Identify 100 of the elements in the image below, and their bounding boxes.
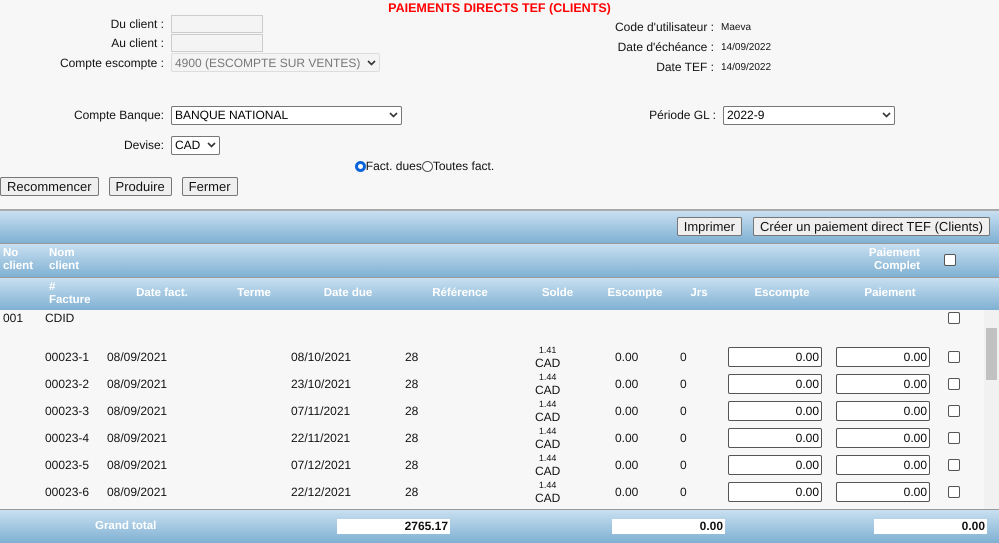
client-name: CDID bbox=[45, 311, 76, 326]
table-cell-text: 08/09/2021 bbox=[107, 485, 168, 500]
table-cell-text: 08/10/2021 bbox=[291, 350, 352, 364]
table-cell-text: 28 bbox=[405, 458, 420, 472]
checkbox[interactable] bbox=[948, 432, 960, 444]
column-header: Escompte bbox=[754, 287, 810, 300]
total-discount: 0.00 bbox=[612, 519, 725, 534]
discount-input[interactable]: 0.00 bbox=[728, 401, 822, 422]
radio-button[interactable] bbox=[422, 160, 433, 172]
table-cell-text: 28 bbox=[405, 377, 420, 392]
table-cell-text: 08/09/2021 bbox=[107, 404, 168, 418]
table-cell-text: 00023-3 bbox=[45, 404, 90, 418]
total-label: Grand total bbox=[95, 520, 158, 534]
column-header: Paiement Complet bbox=[868, 247, 921, 274]
field-label: Au client : bbox=[110, 36, 165, 50]
table-cell-text: 07/12/2021 bbox=[291, 458, 352, 472]
column-header: Nom client bbox=[48, 247, 80, 274]
info-label: Code d'utilisateur : bbox=[614, 20, 715, 34]
balance-amount: 1.44 bbox=[538, 452, 556, 464]
checkbox[interactable] bbox=[948, 351, 960, 364]
page-title: PAIEMENTS DIRECTS TEF (CLIENTS) bbox=[387, 0, 612, 15]
table-cell-text: 28 bbox=[405, 404, 420, 418]
table-cell-text: 0 bbox=[679, 350, 688, 364]
field-label: Du client : bbox=[110, 17, 165, 31]
currency-code: CAD bbox=[535, 356, 560, 370]
select-field[interactable]: 2022-9 bbox=[723, 106, 895, 125]
currency-code: CAD bbox=[535, 436, 560, 451]
column-header: Jrs bbox=[689, 287, 709, 300]
table-cell-text: 00023-4 bbox=[45, 431, 90, 446]
info-value: 14/09/2022 bbox=[720, 62, 772, 72]
balance-amount: 1.44 bbox=[538, 398, 556, 410]
payment-input[interactable]: 0.00 bbox=[836, 428, 930, 448]
column-header: Référence bbox=[431, 287, 489, 300]
radio-label: Fact. dues bbox=[366, 159, 422, 174]
currency-code: CAD bbox=[535, 382, 560, 397]
column-header: Date fact. bbox=[135, 287, 189, 300]
discount-input[interactable]: 0.00 bbox=[728, 455, 822, 476]
currency-code: CAD bbox=[535, 490, 560, 505]
discount-input[interactable]: 0.00 bbox=[728, 428, 822, 448]
column-header: # Facture bbox=[48, 280, 92, 307]
currency-code: CAD bbox=[535, 410, 560, 424]
checkbox[interactable] bbox=[948, 312, 960, 324]
table-cell-text: 22/12/2021 bbox=[291, 485, 352, 500]
checkbox[interactable] bbox=[948, 405, 960, 418]
text-field[interactable] bbox=[171, 34, 263, 52]
discount-input[interactable]: 0.00 bbox=[728, 482, 822, 502]
table-cell-text: 0.00 bbox=[614, 350, 640, 364]
balance-amount: 1.44 bbox=[538, 372, 556, 383]
total-payment: 0.00 bbox=[874, 519, 987, 534]
column-header: Terme bbox=[236, 287, 272, 300]
payment-input[interactable]: 0.00 bbox=[836, 347, 930, 368]
discount-input[interactable]: 0.00 bbox=[728, 347, 822, 368]
toolbar-button[interactable]: Créer un paiement direct TEF (Clients) bbox=[752, 217, 990, 236]
radio-label: Toutes fact. bbox=[432, 159, 494, 174]
info-value: Maeva bbox=[720, 22, 752, 32]
field-label: Devise: bbox=[122, 138, 165, 152]
table-cell-text: 0 bbox=[679, 485, 688, 500]
checkbox[interactable] bbox=[948, 378, 960, 390]
table-cell-text: 08/09/2021 bbox=[107, 350, 168, 364]
discount-input[interactable]: 0.00 bbox=[728, 374, 822, 394]
chevron-down-icon bbox=[389, 112, 398, 118]
action-button[interactable]: Recommencer bbox=[0, 177, 99, 196]
column-header: Date due bbox=[322, 287, 374, 300]
field-label: Compte Banque: bbox=[72, 108, 165, 122]
table-cell-text: 28 bbox=[405, 485, 420, 500]
table-cell-text: 0 bbox=[679, 458, 688, 472]
column-header: No client bbox=[2, 247, 34, 274]
table-cell-text: 00023-6 bbox=[45, 485, 90, 500]
payment-input[interactable]: 0.00 bbox=[836, 374, 930, 394]
payment-input[interactable]: 0.00 bbox=[836, 482, 930, 502]
payment-input[interactable]: 0.00 bbox=[836, 401, 930, 422]
scrollbar[interactable] bbox=[984, 310, 999, 510]
balance-amount: 1.44 bbox=[538, 426, 556, 437]
chevron-down-icon bbox=[207, 142, 216, 148]
field-label: Compte escompte : bbox=[58, 56, 165, 70]
info-value: 14/09/2022 bbox=[720, 42, 772, 52]
select-field[interactable]: BANQUE NATIONAL bbox=[171, 106, 402, 125]
action-button[interactable]: Fermer bbox=[182, 177, 238, 196]
radio-button[interactable] bbox=[354, 160, 366, 172]
table-cell-text: 0 bbox=[679, 431, 688, 446]
table-cell-text: 08/09/2021 bbox=[107, 377, 168, 392]
action-button[interactable]: Produire bbox=[108, 177, 172, 196]
column-header: Solde bbox=[540, 287, 574, 300]
checkbox[interactable] bbox=[944, 254, 956, 266]
chevron-down-icon bbox=[367, 60, 376, 66]
table-cell-text: 0.00 bbox=[614, 404, 640, 418]
table-cell-text: 08/09/2021 bbox=[107, 431, 168, 446]
payment-input[interactable]: 0.00 bbox=[836, 455, 930, 476]
table-cell-text: 0 bbox=[679, 404, 688, 418]
select-field[interactable]: CAD bbox=[171, 136, 220, 155]
checkbox[interactable] bbox=[948, 486, 960, 498]
client-number: 001 bbox=[2, 311, 24, 326]
balance-amount: 1.41 bbox=[538, 344, 556, 356]
text-field[interactable] bbox=[171, 15, 263, 33]
checkbox[interactable] bbox=[948, 459, 960, 472]
field-label: Période GL : bbox=[648, 108, 717, 122]
table-cell-text: 22/11/2021 bbox=[291, 431, 352, 446]
toolbar-button[interactable]: Imprimer bbox=[676, 217, 742, 236]
table-cell-text: 28 bbox=[405, 350, 420, 364]
info-label: Date TEF : bbox=[655, 60, 715, 74]
